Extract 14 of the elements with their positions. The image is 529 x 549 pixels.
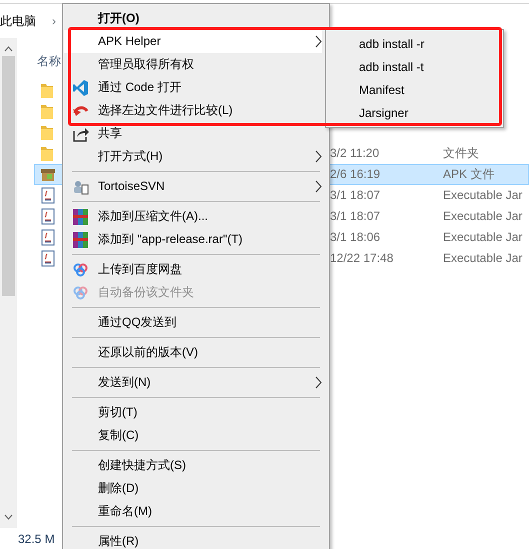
date-text: 12/22 17:48 xyxy=(330,251,394,266)
type-text: Executable Jar xyxy=(443,251,522,266)
type-text: Executable Jar xyxy=(443,209,522,224)
file-size-text: 32.5 M xyxy=(18,532,55,546)
date-text: 3/1 18:06 xyxy=(330,230,380,245)
type-text: Executable Jar xyxy=(443,230,522,245)
date-text: 3/1 18:07 xyxy=(330,188,380,203)
date-text: 3/2 11:20 xyxy=(330,146,380,161)
date-text: 2/6 16:19 xyxy=(330,167,380,182)
type-text: APK 文件 xyxy=(443,167,494,182)
breadcrumb-chevron: › xyxy=(52,14,56,28)
type-text: 文件夹 xyxy=(443,146,479,161)
type-text: Executable Jar xyxy=(443,188,522,203)
date-text: 3/1 18:07 xyxy=(330,209,380,224)
